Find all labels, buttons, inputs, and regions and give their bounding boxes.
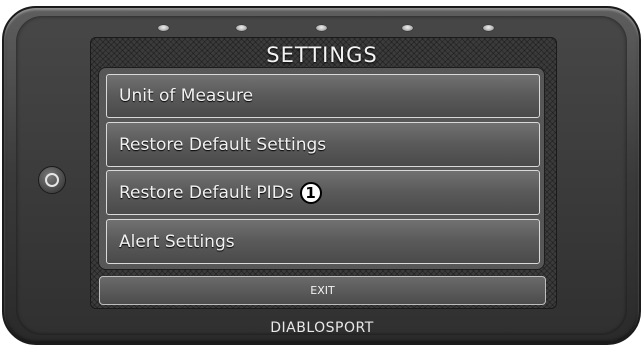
menu-item-label: Alert Settings (119, 231, 235, 252)
indicator-led-icon (158, 25, 169, 31)
brand-logo: DIABLOSPORT (270, 320, 374, 336)
power-ring-icon (45, 173, 59, 187)
callout-number-badge: 1 (299, 181, 322, 204)
menu-item-label: Restore Default PIDs (119, 182, 294, 203)
menu-item-restore-default-pids[interactable]: Restore Default PIDs 1 (106, 170, 540, 215)
menu-item-restore-default-settings[interactable]: Restore Default Settings (106, 122, 540, 167)
power-button-icon[interactable] (38, 166, 66, 194)
indicator-led-icon (402, 25, 413, 31)
indicator-led-icon (236, 25, 247, 31)
indicator-led-icon (483, 25, 494, 31)
indicator-led-icon (316, 25, 327, 31)
exit-button[interactable]: EXIT (99, 276, 546, 305)
menu-item-alert-settings[interactable]: Alert Settings (106, 219, 540, 264)
menu-item-unit-of-measure[interactable]: Unit of Measure (106, 74, 540, 118)
menu-item-label: Unit of Measure (119, 86, 254, 106)
page-title: SETTINGS (266, 43, 378, 67)
menu-item-label: Restore Default Settings (119, 134, 327, 155)
